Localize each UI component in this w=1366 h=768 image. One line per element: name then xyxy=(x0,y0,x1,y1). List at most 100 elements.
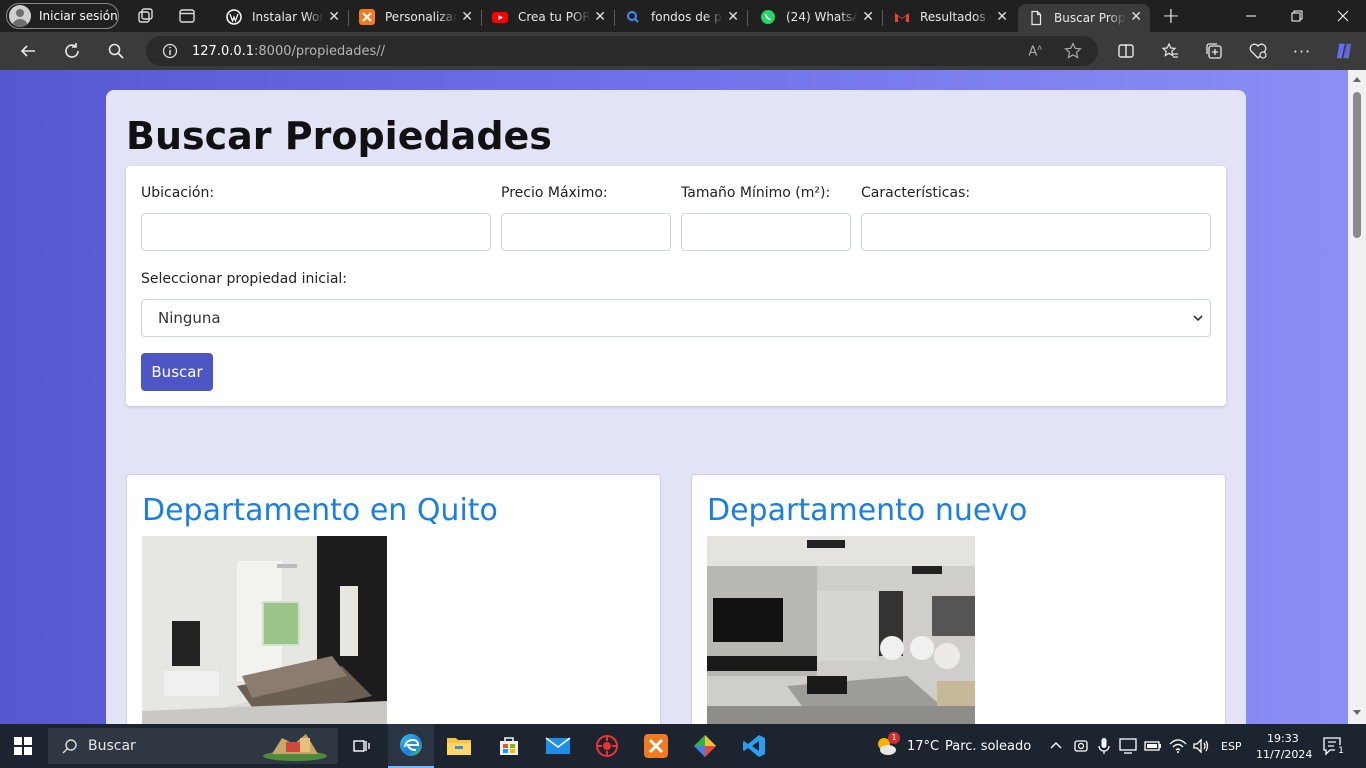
search-icon xyxy=(625,9,641,25)
scrollbar-thumb[interactable] xyxy=(1353,92,1361,238)
property-image[interactable] xyxy=(142,536,387,724)
select-value: Ninguna xyxy=(158,309,221,327)
address-host: 127.0.0.1 xyxy=(192,43,255,59)
close-window-button[interactable] xyxy=(1320,0,1366,32)
close-icon[interactable]: ✕ xyxy=(594,9,606,25)
tab-label: Personalizar XAMPP xyxy=(385,10,457,24)
wifi-icon[interactable] xyxy=(1169,738,1187,754)
refresh-icon[interactable] xyxy=(62,41,82,61)
property-image[interactable] xyxy=(707,536,975,724)
caracteristicas-input[interactable] xyxy=(861,213,1211,251)
tab-label: (24) WhatsApp xyxy=(786,10,858,24)
restore-button[interactable] xyxy=(1274,0,1320,32)
tab-xampp[interactable]: Personalizar XAMPP ✕ xyxy=(349,4,482,30)
tab-actions-icon[interactable] xyxy=(178,7,196,25)
scroll-down-icon[interactable] xyxy=(1353,710,1361,716)
microphone-icon[interactable] xyxy=(1098,737,1110,755)
tab-wordpress[interactable]: Instalar WordPress ✕ xyxy=(216,4,349,30)
caracteristicas-label: Características: xyxy=(861,185,971,201)
git-app-icon[interactable] xyxy=(682,724,728,768)
ubicacion-label: Ubicación: xyxy=(141,185,215,201)
close-icon[interactable]: ✕ xyxy=(996,9,1008,25)
search-button[interactable]: Buscar xyxy=(141,353,213,391)
profile-button[interactable]: Iniciar sesión xyxy=(6,3,119,29)
workspaces-icon[interactable] xyxy=(136,7,154,25)
weather-icon[interactable]: 1 xyxy=(874,732,900,758)
back-icon[interactable] xyxy=(18,41,38,61)
property-title-link[interactable]: Departamento nuevo xyxy=(707,493,1027,528)
notification-center-icon[interactable]: 1 xyxy=(1322,736,1347,757)
microsoft-store-icon[interactable] xyxy=(486,724,532,768)
scroll-up-icon[interactable] xyxy=(1353,76,1361,82)
tab-label: Instalar WordPress xyxy=(252,10,324,24)
close-icon[interactable]: ✕ xyxy=(461,9,473,25)
precio-input[interactable] xyxy=(501,213,671,251)
clock-time[interactable]: 19:33 xyxy=(1267,732,1299,745)
xampp-taskbar-icon[interactable] xyxy=(633,724,679,768)
copilot-icon[interactable] xyxy=(1334,41,1354,61)
weather-description[interactable]: Parc. soleado xyxy=(945,739,1031,754)
tab-buscar-propiedades[interactable]: Buscar Propiedades ✕ xyxy=(1018,4,1150,32)
page-title: Buscar Propiedades xyxy=(126,114,552,158)
vscode-icon[interactable] xyxy=(731,724,777,768)
property-card: Departamento en Quito xyxy=(126,474,661,724)
profile-label: Iniciar sesión xyxy=(39,9,118,23)
tab-label: Resultados de búsqueda xyxy=(920,10,992,24)
volume-icon[interactable] xyxy=(1192,738,1210,754)
info-icon[interactable] xyxy=(162,43,178,59)
tab-whatsapp[interactable]: (24) WhatsApp ✕ xyxy=(750,4,883,30)
more-options-icon[interactable]: ··· xyxy=(1292,41,1312,61)
notification-badge: 1 xyxy=(1335,745,1347,757)
page-scrollbar[interactable] xyxy=(1348,70,1366,724)
xampp-icon xyxy=(359,9,375,25)
file-explorer-icon[interactable] xyxy=(436,724,482,768)
tab-fondos[interactable]: fondos de pantalla ✕ xyxy=(615,4,748,30)
wordpress-icon xyxy=(226,9,242,25)
propiedad-inicial-select[interactable]: Ninguna xyxy=(141,299,1211,337)
property-card: Departamento nuevo xyxy=(691,474,1226,724)
close-icon[interactable]: ✕ xyxy=(1130,9,1142,25)
precio-label: Precio Máximo: xyxy=(501,185,608,201)
browser-tab-strip: Iniciar sesión Instalar WordPress ✕ Pers… xyxy=(0,0,1366,32)
page-viewport: Buscar Propiedades Ubicación: Precio Máx… xyxy=(0,70,1366,724)
tab-gmail[interactable]: Resultados de búsqueda ✕ xyxy=(884,4,1016,30)
tamano-input[interactable] xyxy=(681,213,851,251)
tab-separator xyxy=(747,10,748,26)
search-form: Ubicación: Precio Máximo: Tamaño Mínimo … xyxy=(126,166,1226,406)
camera-icon[interactable] xyxy=(1074,738,1088,754)
task-view-icon[interactable] xyxy=(338,724,384,768)
security-app-icon[interactable] xyxy=(584,724,630,768)
tab-youtube[interactable]: Crea tu PORTAFOLIO ✕ xyxy=(482,4,615,30)
favorites-icon[interactable] xyxy=(1160,41,1180,61)
mail-icon[interactable] xyxy=(535,724,581,768)
ubicacion-input[interactable] xyxy=(141,213,491,251)
browser-essentials-icon[interactable] xyxy=(1248,41,1268,61)
language-indicator[interactable]: ESP xyxy=(1221,740,1242,753)
weather-temp[interactable]: 17°C xyxy=(907,739,939,754)
close-icon[interactable]: ✕ xyxy=(727,9,739,25)
taskbar-search[interactable]: Buscar xyxy=(48,728,338,764)
display-icon[interactable] xyxy=(1119,738,1137,754)
address-bar[interactable]: 127.0.0.1:8000/propiedades// Aʌ xyxy=(146,36,1098,66)
new-tab-button[interactable]: + xyxy=(1150,0,1192,32)
minimize-button[interactable] xyxy=(1228,0,1274,32)
search-icon[interactable] xyxy=(106,41,126,61)
tab-label: Buscar Propiedades xyxy=(1054,11,1126,25)
start-button[interactable] xyxy=(0,724,46,768)
chevron-up-icon[interactable] xyxy=(1050,741,1062,749)
tab-separator xyxy=(882,10,883,26)
page-icon xyxy=(1028,10,1044,26)
favorite-star-icon[interactable] xyxy=(1064,42,1082,60)
collections-icon[interactable] xyxy=(1204,41,1224,61)
search-label: Buscar xyxy=(88,738,136,754)
split-screen-icon[interactable] xyxy=(1116,41,1136,61)
property-title-link[interactable]: Departamento en Quito xyxy=(142,493,498,528)
clock-date[interactable]: 11/7/2024 xyxy=(1256,748,1312,761)
search-icon xyxy=(62,739,77,754)
page-container: Buscar Propiedades Ubicación: Precio Máx… xyxy=(106,90,1246,724)
close-icon[interactable]: ✕ xyxy=(862,9,874,25)
read-aloud-icon[interactable]: Aʌ xyxy=(1028,43,1042,59)
close-icon[interactable]: ✕ xyxy=(328,9,340,25)
battery-icon[interactable] xyxy=(1144,739,1162,753)
edge-taskbar-icon[interactable] xyxy=(388,724,434,768)
